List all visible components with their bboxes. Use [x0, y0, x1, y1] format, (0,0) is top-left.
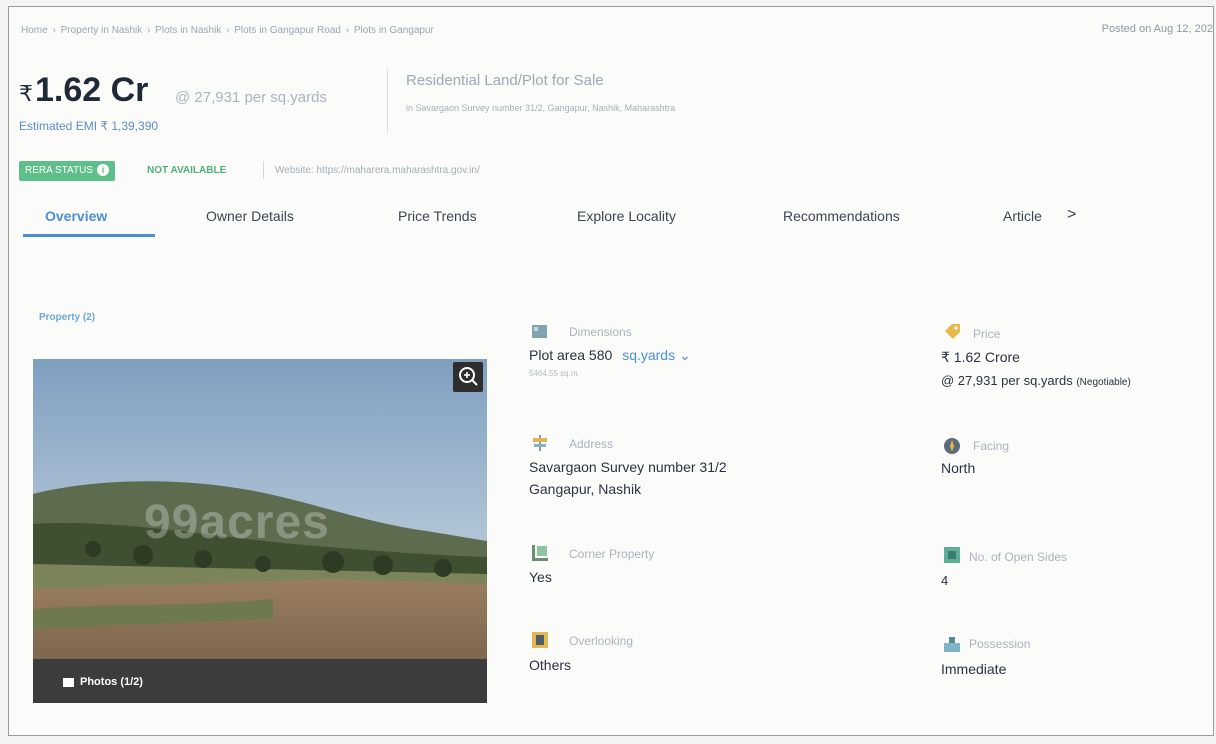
open-sides-label: No. of Open Sides — [969, 550, 1068, 564]
property-address: in Savargaon Survey number 31/2, Gangapu… — [406, 103, 676, 113]
tab-price-trends[interactable]: Price Trends — [398, 208, 477, 224]
overlooking-icon — [532, 632, 548, 648]
corner-property-value: Yes — [529, 569, 552, 585]
rera-status-value: NOT AVAILABLE — [147, 165, 227, 176]
header-divider — [387, 69, 388, 133]
rera-website[interactable]: Website: https://maharera.maharashtra.go… — [275, 165, 480, 176]
breadcrumb-property-nashik[interactable]: Property in Nashik — [61, 25, 143, 36]
zoom-icon[interactable] — [453, 362, 483, 392]
breadcrumb-plots-nashik[interactable]: Plots in Nashik — [155, 25, 221, 36]
tab-overview[interactable]: Overview — [45, 208, 107, 224]
possession-icon — [944, 637, 960, 652]
dimensions-icon — [532, 325, 547, 338]
rera-divider — [263, 161, 264, 179]
breadcrumb-plots-gangapur[interactable]: Plots in Gangapur — [354, 25, 434, 36]
price-tag-icon — [945, 324, 960, 339]
address-line1: Savargaon Survey number 31/2 — [529, 459, 727, 475]
breadcrumb-home[interactable]: Home — [21, 25, 48, 36]
dimensions-sub: 5464.55 sq.m. — [529, 369, 580, 378]
price-per-unit: @ 27,931 per sq.yards — [175, 89, 327, 106]
price-amount: 1.62 Cr — [35, 71, 149, 109]
breadcrumb-plots-gangapur-road[interactable]: Plots in Gangapur Road — [234, 25, 341, 36]
unit-selector-label: sq.yards — [622, 347, 676, 363]
page-canvas: Home › Property in Nashik › Plots in Nas… — [8, 6, 1214, 736]
tabs-next-arrow-icon[interactable]: > — [1067, 206, 1076, 224]
corner-property-label: Corner Property — [569, 547, 655, 561]
price-value: ₹ 1.62 Crore — [941, 349, 1020, 365]
price-heading: ₹1.62 Cr — [19, 71, 148, 110]
open-sides-value: 4 — [941, 573, 949, 588]
dimensions-label: Dimensions — [569, 325, 632, 339]
photos-count-label: Photos (1/2) — [80, 676, 143, 688]
address-icon — [533, 435, 547, 451]
facing-label: Facing — [973, 439, 1010, 453]
dimensions-value: Plot area 580 sq.yards ⌄ — [529, 347, 691, 364]
tab-article[interactable]: Article — [1003, 208, 1042, 224]
emi-link[interactable]: Estimated EMI ₹ 1,39,390 — [19, 119, 158, 133]
overlooking-value: Others — [529, 657, 572, 673]
possession-value: Immediate — [941, 661, 1007, 677]
info-icon[interactable]: i — [96, 164, 109, 176]
plot-area-value: Plot area 580 — [529, 347, 613, 363]
image-icon — [63, 677, 74, 687]
address-label: Address — [569, 437, 614, 451]
rera-badge-label: RERA STATUS — [25, 165, 93, 176]
negotiable-tag: (Negotiable) — [1076, 377, 1131, 388]
property-type: Residential Land/Plot for Sale — [406, 72, 604, 89]
compass-icon — [944, 438, 960, 454]
price-per-sqyd: @ 27,931 per sq.yards (Negotiable) — [941, 373, 1131, 388]
posted-date: Posted on Aug 12, 202 — [1101, 23, 1213, 35]
corner-property-icon — [532, 545, 548, 561]
possession-label: Possession — [969, 637, 1031, 651]
address-line2: Gangapur, Nashik — [529, 481, 642, 497]
tab-explore-locality[interactable]: Explore Locality — [577, 208, 676, 224]
rera-status-badge: RERA STATUS i — [19, 161, 115, 181]
unit-selector[interactable]: sq.yards ⌄ — [622, 347, 691, 363]
price-per-sqyd-value: @ 27,931 per sq.yards — [941, 373, 1073, 388]
section-title: Property (2) — [39, 312, 96, 323]
chevron-down-icon: ⌄ — [679, 347, 691, 363]
photo-watermark: 99acres — [144, 496, 330, 549]
currency-symbol: ₹ — [19, 81, 33, 106]
facing-value: North — [941, 460, 976, 476]
tab-recommendations[interactable]: Recommendations — [783, 208, 900, 224]
active-tab-indicator — [23, 234, 155, 237]
tab-owner-details[interactable]: Owner Details — [206, 208, 294, 224]
open-sides-icon — [944, 547, 960, 563]
overlooking-label: Overlooking — [569, 634, 634, 648]
breadcrumb: Home › Property in Nashik › Plots in Nas… — [21, 25, 434, 36]
price-label: Price — [973, 327, 1001, 341]
photos-count-button[interactable]: Photos (1/2) — [63, 676, 143, 688]
